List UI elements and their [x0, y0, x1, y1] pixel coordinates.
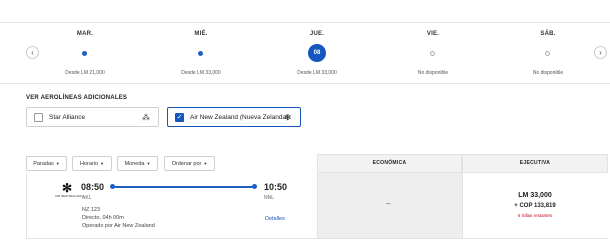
filter-schedule-button[interactable]: Horario ▼ [72, 156, 112, 171]
caret-down-icon: ▼ [146, 161, 151, 166]
day-name: MIÉ. [194, 31, 208, 37]
sort-button[interactable]: Ordenar por ▼ [164, 156, 215, 171]
star-alliance-logo-icon: ⁂ [142, 113, 150, 122]
airline-option-air-new-zealand[interactable]: ✓ Air New Zealand (Nueva Zelanda) ✻ [167, 107, 301, 127]
day-price: No disponible [532, 70, 564, 76]
checkbox[interactable] [34, 113, 43, 122]
chevron-left-icon[interactable]: ‹ [26, 46, 39, 59]
day-price: Desde LM 33,000 [297, 70, 337, 76]
date-selector: ‹ MAR. Desde LM 21,000 MIÉ. Desde LM 33,… [0, 22, 610, 84]
filter-stops-button[interactable]: Paradas ▼ [26, 156, 67, 171]
checkbox-checked[interactable]: ✓ [175, 113, 184, 122]
filter-label: Ordenar por [171, 161, 202, 167]
cabin-header-business: EJECUTIVA [462, 154, 608, 173]
arrival-time: 10:50 [264, 182, 288, 192]
route-end-dot [252, 184, 257, 189]
filter-label: Horario [79, 161, 99, 167]
additional-airlines-title: VER AEROLÍNEAS ADICIONALES [26, 95, 128, 101]
arrival-airport: NNL [264, 195, 275, 201]
day-price: No disponible [417, 70, 449, 76]
selected-date-badge: 08 [308, 44, 326, 62]
air-new-zealand-logo-icon: ✻ [284, 113, 292, 122]
airline-label: Star Alliance [49, 114, 86, 121]
business-price-miles: LM 33,000 [518, 192, 552, 199]
cabin-header-economy: ECONÓMICA [317, 154, 462, 173]
economy-fare-unavailable: -- [386, 201, 391, 208]
flight-number: NZ 123 [82, 207, 101, 213]
day-name: SÁB. [540, 31, 556, 37]
flight-duration: Directo, 04h 00m [82, 215, 124, 221]
availability-dot [545, 51, 550, 56]
filter-currency-button[interactable]: Moneda ▼ [117, 156, 158, 171]
filter-label: Paradas [33, 161, 54, 167]
availability-dot [82, 51, 87, 56]
business-price-cash: + COP 133,819 [514, 203, 556, 209]
day-price: Desde LM 33,000 [181, 70, 221, 76]
departure-time: 08:50 [81, 182, 105, 192]
seats-remaining: 6 Sillas restantes [517, 213, 553, 218]
details-link[interactable]: Detalles [265, 216, 285, 222]
caret-down-icon: ▼ [203, 161, 208, 166]
chevron-right-icon[interactable]: › [594, 46, 607, 59]
airline-logo-text: AIR NEW ZEALAND [55, 194, 83, 198]
route-line [112, 186, 254, 188]
departure-airport: AKL [82, 195, 92, 201]
day-name: MAR. [76, 31, 94, 37]
day-name: JUE. [309, 31, 325, 37]
filter-label: Moneda [124, 161, 145, 167]
day-price: Desde LM 21,000 [65, 70, 105, 76]
route-start-dot [110, 184, 115, 189]
day-name: VIE. [426, 31, 440, 37]
availability-dot [430, 51, 435, 56]
availability-dot [198, 51, 203, 56]
caret-down-icon: ▼ [55, 161, 60, 166]
airline-option-star-alliance[interactable]: Star Alliance ⁂ [26, 107, 159, 127]
caret-down-icon: ▼ [100, 161, 104, 166]
airline-label: Air New Zealand (Nueva Zelanda) [190, 114, 289, 121]
operated-by: Operado por Air New Zealand [82, 223, 155, 229]
